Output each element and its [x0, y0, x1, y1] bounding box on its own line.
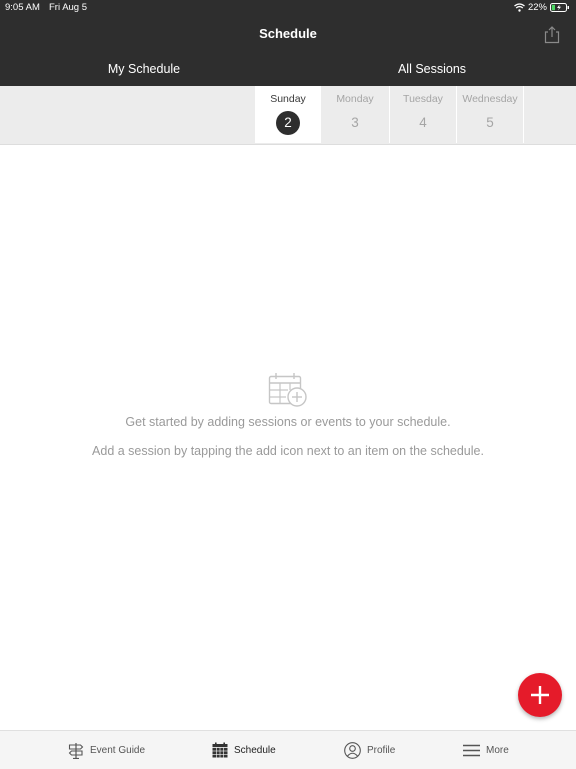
empty-state-hint: Add a session by tapping the add icon ne… [92, 444, 484, 458]
tabbar-label: Event Guide [90, 744, 146, 756]
status-date: Fri Aug 5 [49, 2, 88, 13]
day-name: Tuesday [403, 93, 443, 105]
tabbar-label: Profile [367, 744, 396, 756]
status-bar: 9:05 AM Fri Aug 5 22% [0, 0, 576, 16]
day-name: Wednesday [462, 93, 518, 105]
day-name: Sunday [270, 93, 306, 105]
battery-percent: 22% [527, 2, 547, 13]
battery-icon [550, 3, 569, 12]
signpost-icon [68, 742, 84, 759]
bottom-tab-bar: Event Guide Schedule Profile More [0, 730, 576, 769]
day-name: Monday [336, 93, 374, 105]
day-selector: Sunday 2 Monday 3 Tuesday 4 Wednesday 5 [0, 86, 576, 145]
tabbar-label: Schedule [234, 744, 276, 756]
tabbar-profile[interactable]: Profile [344, 731, 395, 769]
day-monday[interactable]: Monday 3 [322, 86, 388, 143]
tabbar-more[interactable]: More [463, 731, 509, 769]
day-number: 4 [419, 115, 427, 130]
day-number: 5 [486, 115, 494, 130]
empty-state-message: Get started by adding sessions or events… [125, 415, 451, 429]
status-time: 9:05 AM [5, 2, 40, 13]
nav-header: Schedule My Schedule All Sessions [0, 16, 576, 102]
day-number: 3 [351, 115, 359, 130]
calendar-icon [212, 742, 228, 758]
day-wednesday[interactable]: Wednesday 5 [456, 86, 523, 143]
tabbar-schedule[interactable]: Schedule [212, 731, 276, 769]
plus-icon [531, 686, 549, 704]
menu-icon [463, 744, 480, 756]
tabbar-label: More [486, 744, 509, 756]
day-sunday[interactable]: Sunday 2 [255, 86, 321, 143]
share-icon[interactable] [544, 26, 560, 44]
page-title: Schedule [259, 26, 317, 41]
tab-all-sessions[interactable]: All Sessions [288, 62, 576, 76]
tabbar-event-guide[interactable]: Event Guide [68, 731, 145, 769]
person-icon [344, 741, 361, 759]
tab-my-schedule[interactable]: My Schedule [0, 62, 288, 76]
calendar-add-icon [268, 373, 307, 407]
day-tuesday[interactable]: Tuesday 4 [389, 86, 456, 143]
day-divider [523, 86, 524, 143]
wifi-icon [514, 3, 525, 12]
day-number: 2 [276, 111, 300, 135]
add-button[interactable] [518, 673, 562, 717]
